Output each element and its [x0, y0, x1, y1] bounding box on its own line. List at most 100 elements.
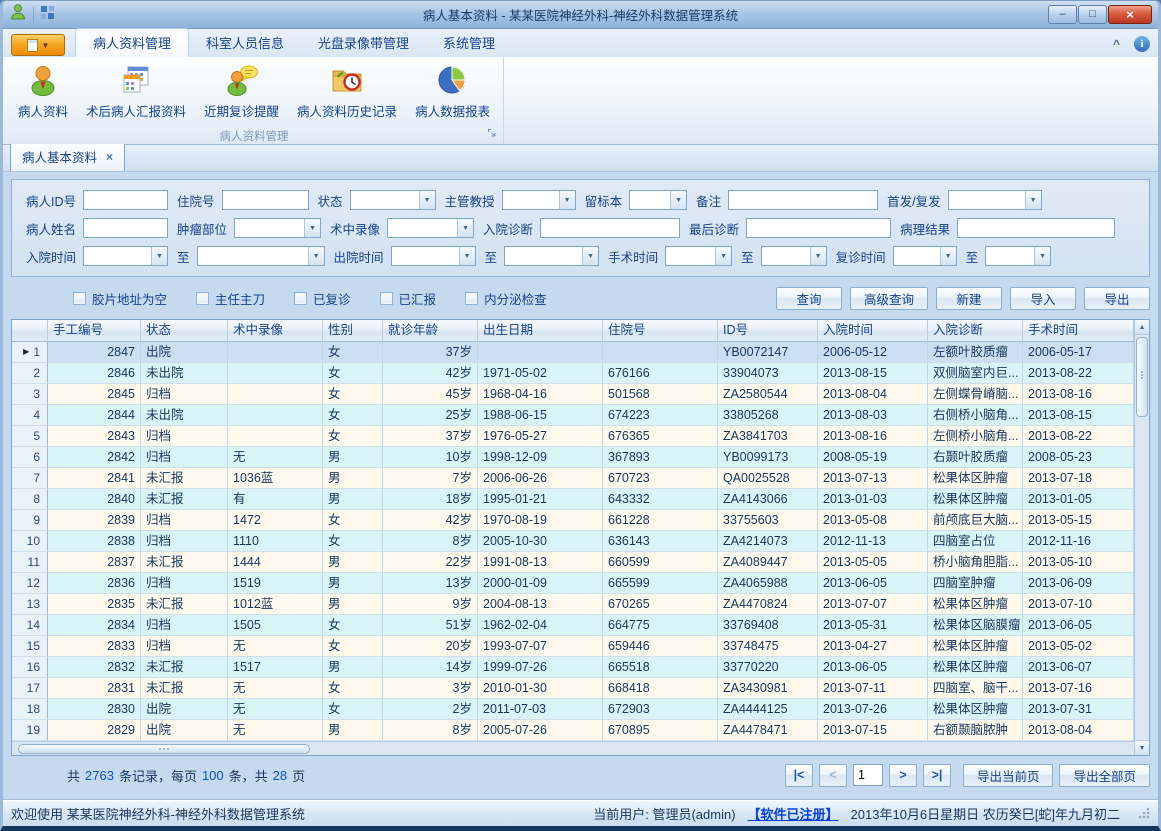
advanced-query-button[interactable]: 高级查询 [850, 287, 928, 310]
surgery-date-from-combo[interactable]: ▼ [665, 246, 732, 266]
chevron-down-icon[interactable]: ▼ [940, 247, 956, 265]
chevron-down-icon[interactable]: ▼ [419, 191, 435, 209]
intraop-video-combo[interactable]: ▼ [387, 218, 474, 238]
admission-date-to-combo[interactable]: ▼ [197, 246, 325, 266]
column-header-manual-no[interactable]: 手工编号 [48, 320, 141, 342]
dialog-launcher-icon[interactable] [487, 128, 497, 141]
table-row[interactable]: 132835未汇报1012蓝男9岁2004-08-13670265ZA44708… [12, 594, 1134, 615]
table-row[interactable]: 112837未汇报1444男22岁1991-08-13660599ZA40894… [12, 552, 1134, 573]
first-or-relapse-combo[interactable]: ▼ [948, 190, 1042, 210]
first-page-button[interactable]: |< [785, 764, 813, 787]
chevron-down-icon[interactable]: ▼ [151, 247, 167, 265]
ribbon-tab-disc-tape[interactable]: 光盘录像带管理 [301, 29, 426, 57]
doc-tab-patient-basic[interactable]: 病人基本资料 × [10, 142, 125, 171]
surgery-date-to-combo-value[interactable] [762, 247, 810, 265]
checkbox-box-icon[interactable] [380, 292, 393, 305]
first-or-relapse-combo-value[interactable] [949, 191, 1025, 209]
table-row[interactable]: 52843归档女37岁1976-05-27676365ZA38417032013… [12, 426, 1134, 447]
chevron-down-icon[interactable]: ▼ [457, 219, 473, 237]
chevron-down-icon[interactable]: ▼ [459, 247, 475, 265]
table-row[interactable]: 182830出院无女2岁2011-07-03672903ZA4444125201… [12, 699, 1134, 720]
last-page-button[interactable]: >| [923, 764, 951, 787]
ribbon-tab-system[interactable]: 系统管理 [426, 29, 512, 57]
hscroll-thumb-icon[interactable] [18, 744, 310, 754]
close-button[interactable]: × [1108, 5, 1152, 24]
specimen-combo[interactable]: ▼ [629, 190, 687, 210]
column-header-status[interactable]: 状态 [141, 320, 228, 342]
checkbox-box-icon[interactable] [196, 292, 209, 305]
column-header-surgery-date[interactable]: 手术时间 [1023, 320, 1134, 342]
column-header-gender[interactable]: 性别 [323, 320, 383, 342]
checkbox-endocrine-exam[interactable]: 内分泌检查 [465, 289, 547, 308]
surgery-date-from-combo-value[interactable] [666, 247, 715, 265]
chevron-down-icon[interactable]: ▼ [715, 247, 731, 265]
quick-access-icon[interactable] [40, 5, 55, 25]
app-menu-button[interactable]: ▼ [11, 34, 65, 56]
checkbox-box-icon[interactable] [73, 292, 86, 305]
resize-grip-icon[interactable] [1138, 807, 1150, 819]
chevron-down-icon[interactable]: ▼ [304, 219, 320, 237]
checkbox-reported[interactable]: 已汇报 [380, 289, 437, 308]
checkbox-box-icon[interactable] [294, 292, 307, 305]
specimen-combo-value[interactable] [630, 191, 670, 209]
new-button[interactable]: 新建 [936, 287, 1002, 310]
revisit-date-to-combo-value[interactable] [986, 247, 1034, 265]
table-row[interactable]: 102838归档1110女8岁2005-10-30636143ZA4214073… [12, 531, 1134, 552]
column-header-id-no[interactable]: ID号 [718, 320, 818, 342]
admission-date-from-combo[interactable]: ▼ [83, 246, 168, 266]
tumor-site-combo-value[interactable] [235, 219, 304, 237]
remark-input[interactable] [728, 190, 878, 210]
status-combo-value[interactable] [351, 191, 419, 209]
table-row[interactable]: 92839归档1472女42岁1970-08-19661228337556032… [12, 510, 1134, 531]
scroll-down-icon[interactable]: ▼ [1135, 740, 1149, 755]
column-header-age-at-visit[interactable]: 就诊年龄 [383, 320, 478, 342]
admission-date-from-combo-value[interactable] [84, 247, 151, 265]
table-row[interactable]: 42844未出院女25岁1988-06-15674223338052682013… [12, 405, 1134, 426]
revisit-date-from-combo[interactable]: ▼ [893, 246, 957, 266]
column-header-intraop-video[interactable]: 术中录像 [228, 320, 323, 342]
column-header-admission-date[interactable]: 入院时间 [818, 320, 928, 342]
postop-report-button[interactable]: 术后病人汇报资料 [77, 60, 195, 123]
column-header-admission-no[interactable]: 住院号 [603, 320, 718, 342]
status-combo[interactable]: ▼ [350, 190, 436, 210]
help-icon[interactable]: i [1134, 36, 1150, 52]
column-header-birth-date[interactable]: 出生日期 [478, 320, 603, 342]
admission-no-input[interactable] [222, 190, 309, 210]
intraop-video-combo-value[interactable] [388, 219, 457, 237]
table-row[interactable]: 72841未汇报1036蓝男7岁2006-06-26670723QA002552… [12, 468, 1134, 489]
table-row[interactable]: 152833归档无女20岁1993-07-0765944633748475201… [12, 636, 1134, 657]
table-row[interactable]: 82840未汇报有男18岁1995-01-21643332ZA414306620… [12, 489, 1134, 510]
discharge-date-from-combo[interactable]: ▼ [391, 246, 476, 266]
admission-date-to-combo-value[interactable] [198, 247, 308, 265]
table-row[interactable]: 162832未汇报1517男14岁1999-07-266655183377022… [12, 657, 1134, 678]
chevron-down-icon[interactable]: ▼ [582, 247, 598, 265]
admission-diagnosis-input[interactable] [540, 218, 680, 238]
table-row[interactable]: 22846未出院女42岁1971-05-02676166339040732013… [12, 363, 1134, 384]
table-row[interactable]: 62842归档无男10岁1998-12-09367893YB0099173200… [12, 447, 1134, 468]
table-row[interactable]: 192829出院无男8岁2005-07-26670895ZA4478471201… [12, 720, 1134, 741]
chevron-down-icon[interactable]: ▼ [559, 191, 575, 209]
final-diagnosis-input[interactable] [746, 218, 891, 238]
tumor-site-combo[interactable]: ▼ [234, 218, 321, 238]
horizontal-scrollbar[interactable] [12, 741, 1134, 755]
registered-link[interactable]: 【软件已注册】 [748, 804, 839, 823]
checkbox-box-icon[interactable] [465, 292, 478, 305]
ribbon-tab-staff-info[interactable]: 科室人员信息 [189, 29, 301, 57]
chevron-down-icon[interactable]: ▼ [810, 247, 826, 265]
table-row[interactable]: 172831未汇报无女3岁2010-01-30668418ZA343098120… [12, 678, 1134, 699]
import-button[interactable]: 导入 [1010, 287, 1076, 310]
minimize-button[interactable]: – [1048, 5, 1077, 24]
scroll-up-icon[interactable]: ▲ [1135, 320, 1149, 335]
discharge-date-from-combo-value[interactable] [392, 247, 459, 265]
professor-combo[interactable]: ▼ [502, 190, 576, 210]
patient-data-button[interactable]: 病人资料 [9, 60, 77, 123]
chevron-down-icon[interactable]: ▼ [670, 191, 686, 209]
ribbon-collapse-icon[interactable]: ^ [1113, 37, 1120, 51]
export-current-page-button[interactable]: 导出当前页 [963, 764, 1054, 787]
patient-name-input[interactable] [83, 218, 168, 238]
history-record-button[interactable]: 病人资料历史记录 [288, 60, 406, 123]
revisit-reminder-button[interactable]: 近期复诊提醒 [195, 60, 288, 123]
next-page-button[interactable]: > [889, 764, 917, 787]
page-number-input[interactable] [853, 764, 883, 786]
discharge-date-to-combo-value[interactable] [505, 247, 582, 265]
